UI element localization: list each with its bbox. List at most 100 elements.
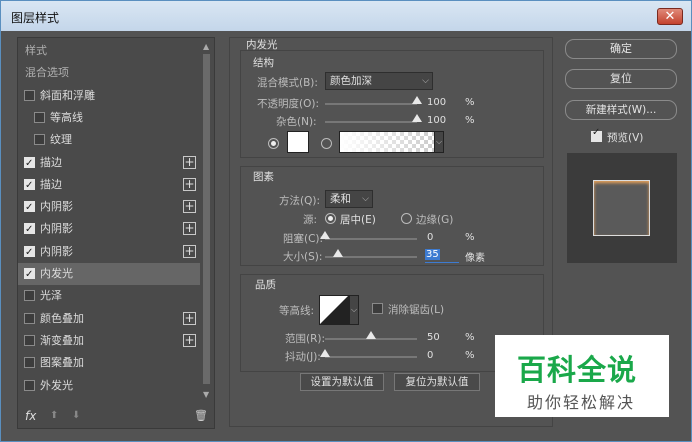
preview-label[interactable]: 预览(V) [607, 130, 643, 145]
sidebar-item[interactable]: 等高线 [18, 107, 200, 129]
jitter-slider[interactable] [325, 356, 417, 358]
source-center-radio[interactable] [325, 213, 336, 224]
sidebar-checkbox[interactable] [24, 334, 35, 346]
contour-dropdown-icon[interactable]: ⌵ [349, 295, 359, 325]
sidebar-item[interactable]: 内发光 [18, 263, 200, 286]
glow-color-swatch[interactable] [287, 131, 309, 153]
sidebar-checkbox[interactable] [24, 175, 35, 197]
sidebar-checkbox[interactable] [24, 312, 35, 324]
sidebar-item[interactable]: 纹理 [18, 129, 200, 151]
blend-mode-value: 颜色加深 [330, 75, 372, 87]
move-down-icon[interactable]: ⬇ [72, 410, 80, 421]
method-select[interactable]: 柔和 ⌵ [325, 190, 373, 208]
contour-preview[interactable] [319, 295, 349, 325]
opacity-slider-knob[interactable] [412, 96, 422, 104]
sidebar-item[interactable]: 内阴影 + [18, 241, 200, 264]
sidebar-item-label: 等高线 [50, 110, 83, 124]
sidebar-item-label: 混合选项 [25, 66, 69, 80]
scroll-up-icon[interactable]: ▲ [203, 42, 209, 51]
source-edge-radio[interactable] [401, 213, 412, 224]
fx-icon[interactable]: fx [25, 409, 36, 423]
sidebar-item-label: 样式 [25, 44, 47, 57]
reset-button[interactable]: 复位 [565, 69, 677, 89]
new-style-button[interactable]: 新建样式(W)... [565, 100, 677, 120]
sidebar-checkbox[interactable] [24, 264, 35, 286]
sidebar-item[interactable]: 混合选项 [18, 62, 200, 84]
add-effect-icon[interactable]: + [183, 222, 196, 236]
sidebar-checkbox[interactable] [24, 219, 35, 241]
set-default-button[interactable]: 设置为默认值 [300, 373, 384, 391]
sidebar-item[interactable]: 斜面和浮雕 [18, 85, 200, 107]
noise-unit: % [465, 115, 475, 126]
preview-checkbox[interactable] [591, 127, 602, 142]
jitter-value[interactable]: 0 [427, 350, 433, 361]
sidebar-item[interactable]: 描边 + [18, 152, 200, 175]
style-list-scrollbar[interactable]: ▲ ▼ [201, 40, 212, 400]
size-field-underline [425, 262, 459, 263]
sidebar-item[interactable]: 内阴影 + [18, 218, 200, 241]
noise-value[interactable]: 100 [427, 115, 446, 126]
opacity-value[interactable]: 100 [427, 97, 446, 108]
sidebar-checkbox[interactable] [24, 153, 35, 175]
move-up-icon[interactable]: ⬆ [50, 410, 58, 421]
source-edge-label[interactable]: 边缘(G) [416, 212, 453, 227]
size-value[interactable]: 35 [425, 249, 440, 260]
antialias-label[interactable]: 消除锯齿(L) [388, 302, 444, 317]
sidebar-item[interactable]: 渐变叠加 + [18, 330, 200, 352]
sidebar-checkbox[interactable] [24, 290, 35, 302]
sidebar-checkbox[interactable] [34, 111, 45, 123]
sidebar-checkbox[interactable] [24, 379, 35, 391]
choke-slider-knob[interactable] [320, 231, 330, 239]
sidebar-item[interactable]: 描边 + [18, 174, 200, 197]
add-effect-icon[interactable]: + [183, 200, 196, 214]
sidebar-checkbox[interactable] [24, 197, 35, 219]
noise-slider[interactable] [325, 121, 417, 123]
reset-default-button[interactable]: 复位为默认值 [394, 373, 480, 391]
add-effect-icon[interactable]: + [183, 333, 196, 347]
add-effect-icon[interactable]: + [183, 177, 196, 191]
range-slider-knob[interactable] [366, 331, 376, 339]
scroll-down-icon[interactable]: ▼ [203, 390, 209, 399]
trash-icon[interactable]: 🗑 [194, 409, 208, 422]
sidebar-checkbox[interactable] [34, 134, 45, 146]
close-button[interactable]: ✕ [657, 8, 683, 25]
gradient-preview[interactable] [339, 131, 435, 153]
scroll-thumb[interactable] [203, 54, 210, 384]
sidebar-item[interactable]: 内阴影 + [18, 196, 200, 219]
solid-color-radio[interactable] [268, 138, 279, 149]
opacity-slider[interactable] [325, 103, 417, 105]
gradient-radio[interactable] [321, 138, 332, 149]
style-list: ▲ ▼ fx ⬆ ⬇ 🗑 样式混合选项斜面和浮雕等高线纹理描边+描边+内阴影+内… [17, 37, 215, 429]
add-effect-icon[interactable]: + [183, 155, 196, 169]
source-center-label[interactable]: 居中(E) [340, 212, 376, 227]
sidebar-item-label: 渐变叠加 [40, 333, 84, 347]
sidebar-checkbox[interactable] [24, 242, 35, 264]
sidebar-checkbox[interactable] [24, 357, 35, 369]
method-label: 方法(Q): [279, 195, 320, 207]
range-unit: % [465, 332, 475, 343]
antialias-checkbox[interactable] [372, 303, 383, 314]
contour-label: 等高线: [279, 305, 315, 317]
blend-mode-select[interactable]: 颜色加深 ⌵ [325, 72, 433, 90]
preview-swatch [593, 180, 650, 236]
gradient-dropdown-icon[interactable]: ⌵ [434, 131, 444, 153]
range-value[interactable]: 50 [427, 332, 440, 343]
choke-slider[interactable] [325, 238, 417, 240]
sidebar-item-label: 内阴影 [40, 222, 73, 236]
jitter-slider-knob[interactable] [320, 349, 330, 357]
style-list-footer: fx ⬆ ⬇ 🗑 [18, 406, 214, 428]
noise-slider-knob[interactable] [412, 114, 422, 122]
jitter-label: 抖动(J): [285, 351, 321, 363]
sidebar-item[interactable]: 图案叠加 [18, 352, 200, 374]
add-effect-icon[interactable]: + [183, 311, 196, 325]
size-slider-knob[interactable] [332, 249, 343, 257]
sidebar-item[interactable]: 光泽 [18, 285, 200, 307]
ok-button[interactable]: 确定 [565, 39, 677, 59]
sidebar-checkbox[interactable] [24, 89, 35, 101]
add-effect-icon[interactable]: + [183, 244, 196, 258]
sidebar-item[interactable]: 样式 [18, 40, 200, 62]
noise-label: 杂色(N): [276, 116, 317, 128]
sidebar-item[interactable]: 外发光 [18, 375, 200, 397]
sidebar-item[interactable]: 颜色叠加 + [18, 308, 200, 330]
choke-value[interactable]: 0 [427, 232, 433, 243]
